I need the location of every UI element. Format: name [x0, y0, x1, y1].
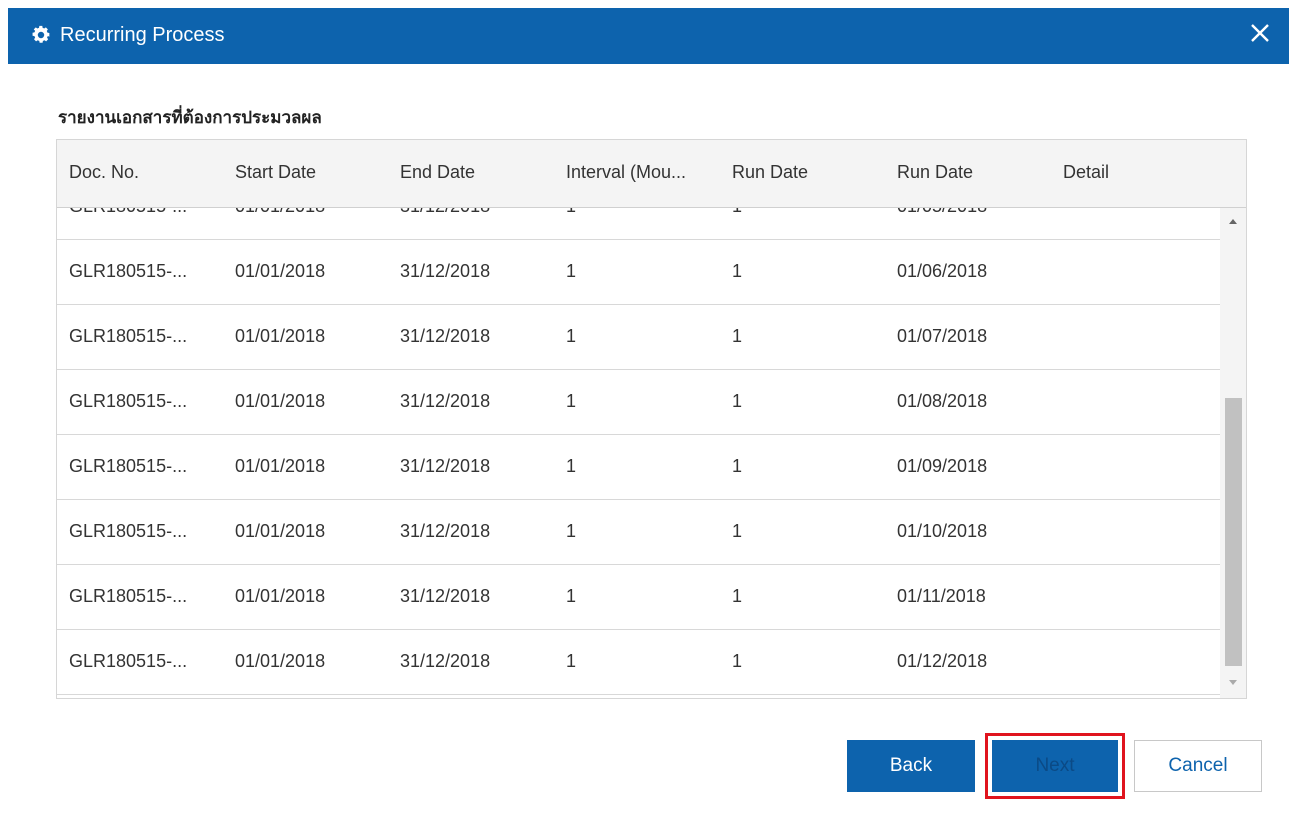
cell-run-date: 1	[732, 456, 743, 476]
next-button[interactable]: Next	[992, 740, 1118, 792]
cell-run-date-2: 01/06/2018	[897, 261, 988, 281]
cell-doc-no: GLR180515-...	[69, 391, 188, 411]
cell-end-date: 31/12/2018	[400, 326, 491, 346]
cell-interval: 1	[566, 326, 577, 346]
column-header-interval[interactable]: Interval (Mou...	[566, 162, 686, 183]
cell-run-date-2: 01/10/2018	[897, 521, 988, 541]
table-row[interactable]: GLR180515-... 01/01/2018 31/12/2018 1 1 …	[57, 630, 1220, 695]
cell-end-date: 31/12/2018	[400, 208, 490, 217]
column-header-end-date[interactable]: End Date	[400, 162, 475, 183]
cell-doc-no: GLR180515-...	[69, 208, 187, 217]
table-body: GLR180515-... 01/01/2018 31/12/2018 1 1 …	[57, 208, 1220, 698]
column-header-doc-no[interactable]: Doc. No.	[69, 162, 139, 183]
cell-end-date: 31/12/2018	[400, 391, 491, 411]
table-row[interactable]: GLR180515-... 01/01/2018 31/12/2018 1 1 …	[57, 240, 1220, 305]
cell-end-date: 31/12/2018	[400, 261, 491, 281]
vertical-scrollbar[interactable]	[1220, 208, 1246, 698]
close-icon[interactable]	[1245, 18, 1275, 48]
cell-start-date: 01/01/2018	[235, 391, 326, 411]
cell-run-date-2: 01/08/2018	[897, 391, 988, 411]
cell-run-date-2: 01/11/2018	[897, 586, 986, 606]
cell-end-date: 31/12/2018	[400, 521, 491, 541]
cell-run-date: 1	[732, 261, 743, 281]
cell-run-date-2: 01/09/2018	[897, 456, 988, 476]
cell-doc-no: GLR180515-...	[69, 261, 188, 281]
cell-run-date: 1	[732, 391, 743, 411]
back-button[interactable]: Back	[847, 740, 975, 792]
column-header-run-date[interactable]: Run Date	[732, 162, 808, 183]
cell-doc-no: GLR180515-...	[69, 651, 188, 671]
cell-start-date: 01/01/2018	[235, 651, 326, 671]
cell-doc-no: GLR180515-...	[69, 326, 188, 346]
scroll-up-arrow-icon[interactable]	[1229, 219, 1237, 224]
cell-run-date-2: 01/12/2018	[897, 651, 988, 671]
cell-interval: 1	[566, 651, 577, 671]
table-row[interactable]: GLR180515-... 01/01/2018 31/12/2018 1 1 …	[57, 500, 1220, 565]
table-header: Doc. No. Start Date End Date Interval (M…	[57, 140, 1246, 208]
documents-table: Doc. No. Start Date End Date Interval (M…	[56, 139, 1247, 699]
cell-end-date: 31/12/2018	[400, 456, 491, 476]
cell-doc-no: GLR180515-...	[69, 521, 188, 541]
column-header-start-date[interactable]: Start Date	[235, 162, 316, 183]
table-row[interactable]: GLR180515-... 01/01/2018 31/12/2018 1 1 …	[57, 305, 1220, 370]
table-row[interactable]: GLR180515-... 01/01/2018 31/12/2018 1 1 …	[57, 370, 1220, 435]
cell-start-date: 01/01/2018	[235, 261, 326, 281]
cell-start-date: 01/01/2018	[235, 456, 326, 476]
table-row-partial[interactable]: GLR180515-... 01/01/2018 31/12/2018 1 1 …	[57, 208, 1220, 240]
cell-start-date: 01/01/2018	[235, 326, 326, 346]
recurring-process-dialog: Recurring Process รายงานเอกสารที่ต้องการ…	[8, 8, 1289, 818]
cell-interval: 1	[566, 261, 577, 281]
cell-interval: 1	[566, 208, 576, 217]
cell-interval: 1	[566, 586, 577, 606]
dialog-titlebar: Recurring Process	[8, 8, 1289, 64]
dialog-title: Recurring Process	[60, 24, 225, 46]
cell-run-date: 1	[732, 586, 743, 606]
cell-run-date: 1	[732, 651, 743, 671]
cell-start-date: 01/01/2018	[235, 586, 326, 606]
cell-interval: 1	[566, 391, 577, 411]
scrollbar-thumb[interactable]	[1225, 398, 1242, 666]
column-header-detail[interactable]: Detail	[1063, 162, 1109, 183]
cancel-button[interactable]: Cancel	[1134, 740, 1262, 792]
table-row[interactable]: GLR180515-... 01/01/2018 31/12/2018 1 1 …	[57, 565, 1220, 630]
scroll-down-arrow-icon[interactable]	[1229, 680, 1237, 685]
cell-end-date: 31/12/2018	[400, 651, 491, 671]
cell-doc-no: GLR180515-...	[69, 456, 188, 476]
next-button-highlight: Next	[985, 733, 1125, 799]
column-header-run-date-2[interactable]: Run Date	[897, 162, 973, 183]
cell-interval: 1	[566, 521, 577, 541]
cell-start-date: 01/01/2018	[235, 208, 325, 217]
section-title: รายงานเอกสารที่ต้องการประมวลผล	[58, 108, 322, 127]
cell-run-date-2: 01/07/2018	[897, 326, 988, 346]
cell-interval: 1	[566, 456, 577, 476]
cell-run-date: 1	[732, 326, 743, 346]
table-row[interactable]: GLR180515-... 01/01/2018 31/12/2018 1 1 …	[57, 435, 1220, 500]
cell-run-date: 1	[732, 208, 742, 217]
cell-end-date: 31/12/2018	[400, 586, 491, 606]
gear-icon	[32, 25, 50, 43]
cell-doc-no: GLR180515-...	[69, 586, 188, 606]
cell-run-date-2: 01/05/2018	[897, 208, 987, 217]
cell-start-date: 01/01/2018	[235, 521, 326, 541]
cell-run-date: 1	[732, 521, 743, 541]
